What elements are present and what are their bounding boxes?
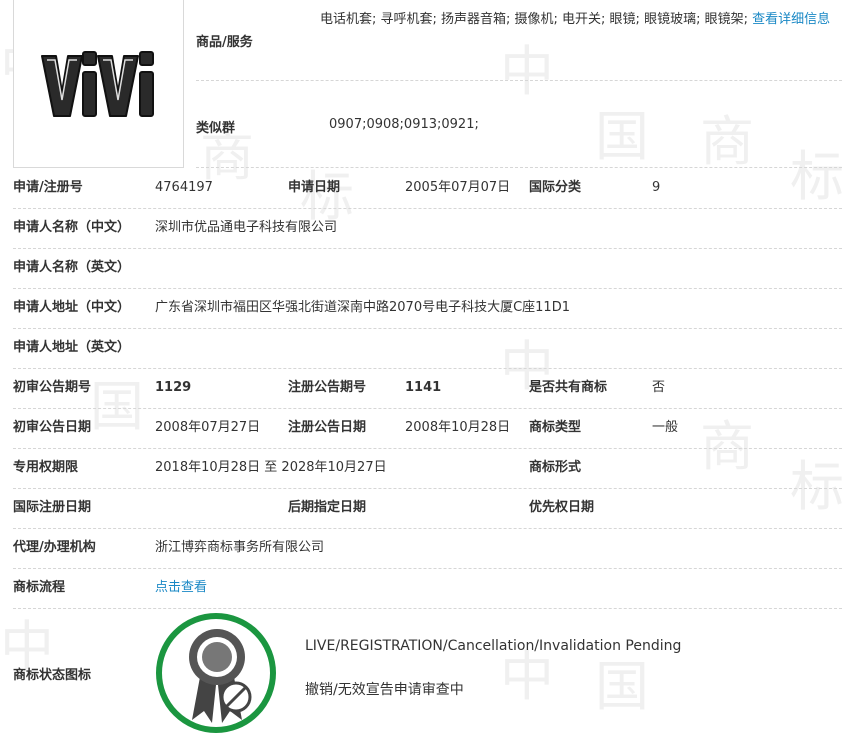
status-text-en: LIVE/REGISTRATION/Cancellation/Invalidat…	[305, 638, 682, 654]
process-label: 商标流程	[13, 580, 66, 595]
apply-date-value: 2005年07月07日	[405, 180, 511, 195]
divider	[196, 80, 842, 81]
info-row: 初审公告期号 1129 注册公告期号 1141 是否共有商标 否	[13, 368, 842, 408]
shared-label: 是否共有商标	[529, 380, 608, 395]
info-row: 申请人名称（中文） 深圳市优品通电子科技有限公司	[13, 208, 842, 248]
prelim-date-value: 2008年07月27日	[155, 420, 261, 435]
agent-label: 代理/办理机构	[13, 540, 96, 555]
priority-date-label: 优先权日期	[529, 500, 595, 515]
exclusive-value: 2018年10月28日 至 2028年10月27日	[155, 460, 387, 475]
trademark-logo	[41, 51, 154, 117]
address-cn-label: 申请人地址（中文）	[13, 300, 131, 315]
intl-class-value: 9	[652, 180, 661, 195]
intl-class-label: 国际分类	[529, 180, 582, 195]
info-row: 初审公告日期 2008年07月27日 注册公告日期 2008年10月28日 商标…	[13, 408, 842, 448]
info-row: 商标流程 点击查看	[13, 568, 842, 608]
exclusive-label: 专用权期限	[13, 460, 79, 475]
later-date-label: 后期指定日期	[288, 500, 367, 515]
trademark-detail-panel: 商品/服务 电话机套; 寻呼机套; 扬声器音箱; 摄像机; 电开关; 眼镜; 眼…	[0, 0, 842, 733]
applicant-cn-label: 申请人名称（中文）	[13, 220, 131, 235]
info-row: 专用权期限 2018年10月28日 至 2028年10月27日 商标形式	[13, 448, 842, 488]
address-cn-value: 广东省深圳市福田区华强北街道深南中路2070号电子科技大厦C座11D1	[155, 300, 570, 315]
goods-list: 电话机套; 寻呼机套; 扬声器音箱; 摄像机; 电开关; 眼镜; 眼镜玻璃; 眼…	[320, 8, 835, 32]
similar-group-label: 类似群	[196, 121, 236, 136]
reg-pub-date-label: 注册公告日期	[288, 420, 367, 435]
applicant-cn-value: 深圳市优品通电子科技有限公司	[155, 220, 338, 235]
info-row: 申请人地址（英文）	[13, 328, 842, 368]
status-seal	[156, 613, 276, 733]
status-row: 商标状态图标 LIVE/REGISTRATION/Cancellation/In…	[13, 608, 842, 733]
tm-type-value: 一般	[652, 420, 679, 435]
similar-group-value: 0907;0908;0913;0921;	[329, 117, 479, 132]
info-row: 国际注册日期 后期指定日期 优先权日期	[13, 488, 842, 528]
process-link[interactable]: 点击查看	[155, 568, 207, 608]
goods-more-link[interactable]: 查看详细信息	[752, 12, 830, 27]
status-text-cn: 撤销/无效宣告申请审查中	[305, 682, 464, 698]
applicant-en-label: 申请人名称（英文）	[13, 260, 131, 275]
trademark-image	[13, 0, 184, 168]
reg-pub-no-label: 注册公告期号	[288, 380, 367, 395]
tm-type-label: 商标类型	[529, 420, 582, 435]
agent-value: 浙江博弈商标事务所有限公司	[155, 540, 325, 555]
info-row: 申请人地址（中文） 广东省深圳市福田区华强北街道深南中路2070号电子科技大厦C…	[13, 288, 842, 328]
goods-label: 商品/服务	[196, 35, 253, 50]
prelim-no-value: 1129	[155, 380, 192, 395]
prelim-date-label: 初审公告日期	[13, 420, 92, 435]
shared-value: 否	[652, 380, 666, 395]
goods-text: 电话机套; 寻呼机套; 扬声器音箱; 摄像机; 电开关; 眼镜; 眼镜玻璃; 眼…	[320, 12, 753, 27]
address-en-label: 申请人地址（英文）	[13, 340, 131, 355]
apply-date-label: 申请日期	[288, 180, 341, 195]
reg-no-value: 4764197	[155, 180, 213, 195]
info-row: 申请人名称（英文）	[13, 248, 842, 288]
info-row: 代理/办理机构 浙江博弈商标事务所有限公司	[13, 528, 842, 568]
status-label: 商标状态图标	[13, 668, 92, 683]
tm-form-label: 商标形式	[529, 460, 582, 475]
reg-pub-date-value: 2008年10月28日	[405, 420, 511, 435]
info-row: 申请/注册号 4764197 申请日期 2005年07月07日 国际分类 9	[13, 168, 842, 208]
reg-pub-no-value: 1141	[405, 380, 442, 395]
prelim-no-label: 初审公告期号	[13, 380, 92, 395]
registration-status-seal-icon	[189, 629, 252, 723]
intl-reg-date-label: 国际注册日期	[13, 500, 92, 515]
reg-no-label: 申请/注册号	[13, 180, 83, 195]
